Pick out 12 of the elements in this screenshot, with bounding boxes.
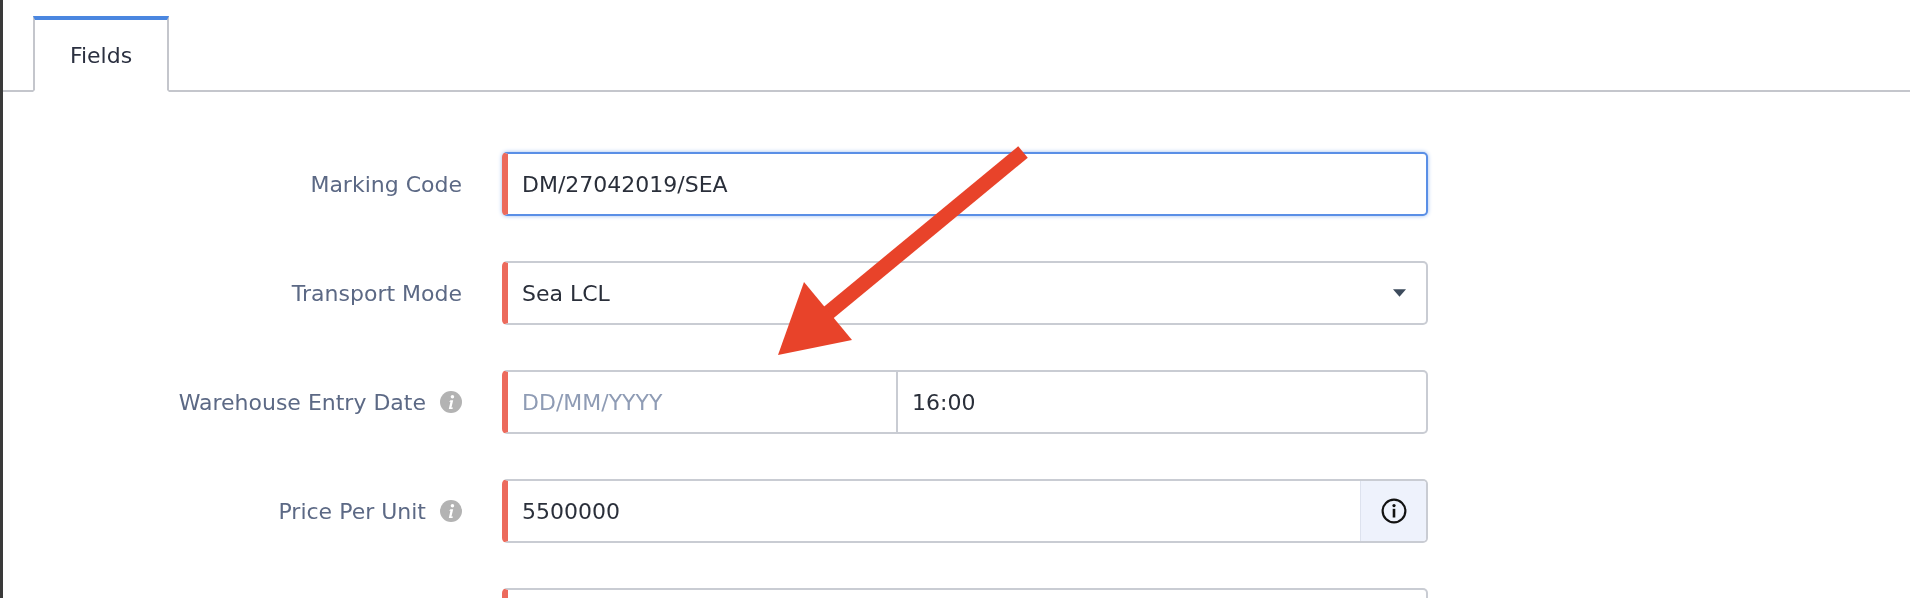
field-label: Transport Mode	[291, 280, 462, 306]
input-field[interactable]: DM/27042019/SEA	[502, 152, 1428, 216]
caret-icon	[1393, 288, 1406, 298]
dropdown[interactable]: Sea LCL	[502, 261, 1428, 325]
field-label: Warehouse Entry Date	[178, 389, 426, 415]
date-time-field[interactable]: DD/MM/YYYY 16:00	[502, 370, 1428, 434]
input-field[interactable]: 5500000	[502, 479, 1428, 543]
field-label: Marking Code	[310, 171, 462, 197]
info-icon	[1380, 498, 1407, 524]
field-label: Price Per Unit	[278, 498, 426, 524]
info-button[interactable]	[1360, 481, 1426, 541]
tab[interactable]: Fields	[33, 16, 169, 92]
